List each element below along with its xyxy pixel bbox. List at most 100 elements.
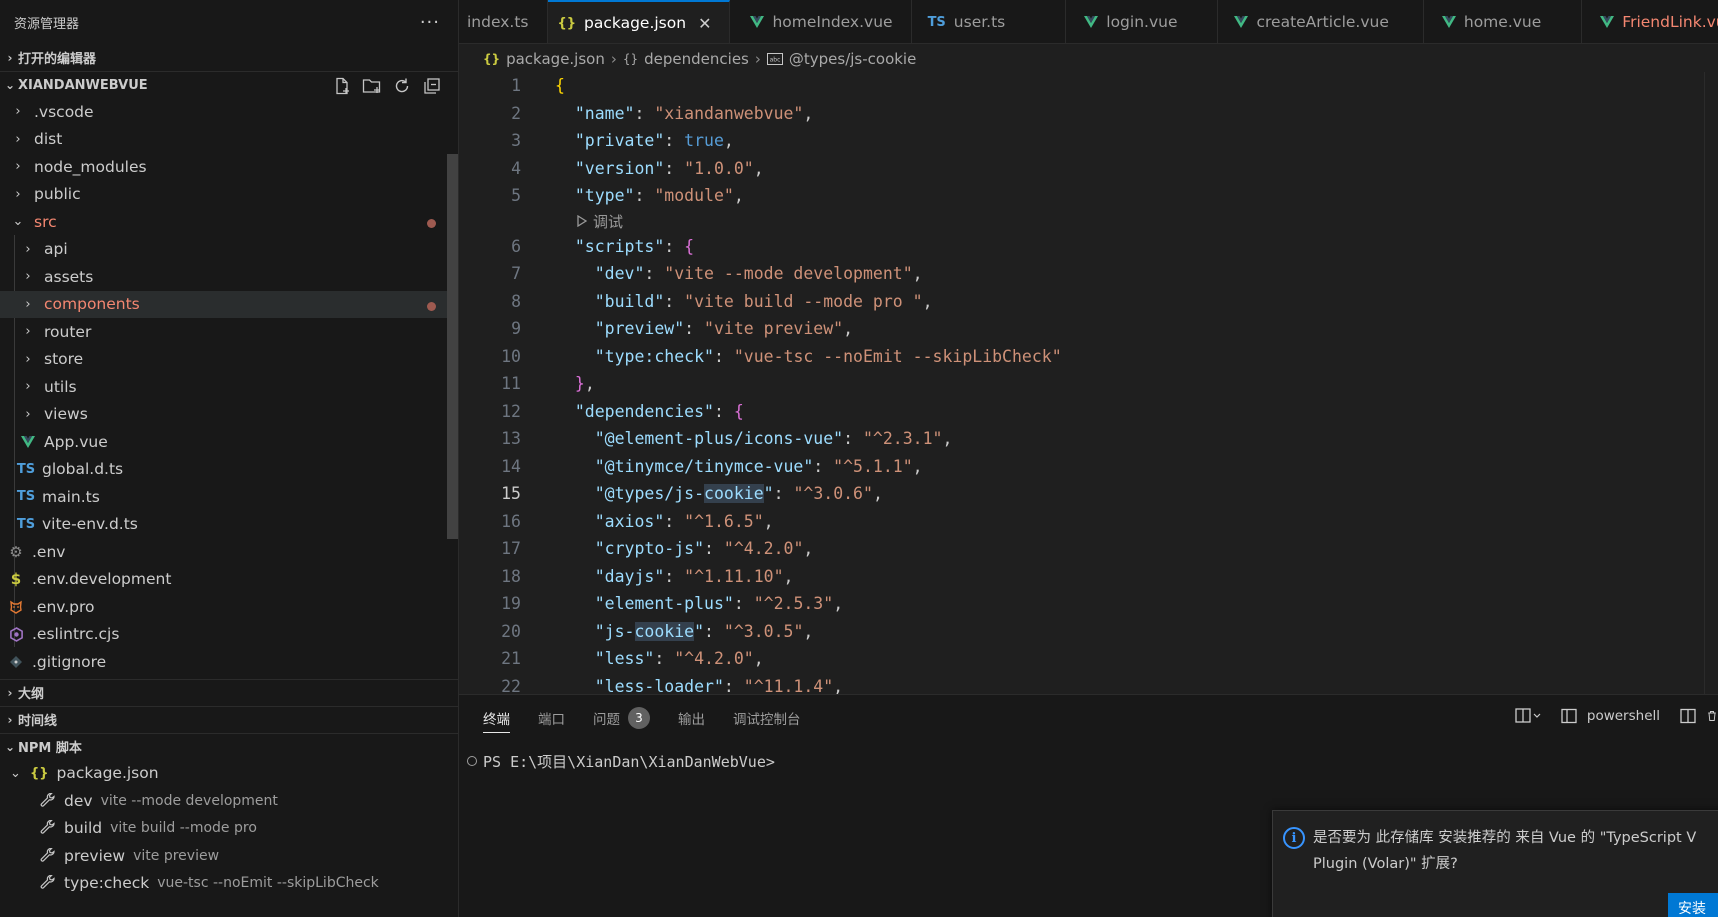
breadcrumb-file[interactable]: package.json [506, 50, 605, 68]
npm-scripts-label: NPM 脚本 [18, 741, 82, 756]
more-actions-icon[interactable]: ··· [420, 12, 440, 33]
npm-script-type-check[interactable]: type:check vue-tsc --noEmit --skipLibChe… [0, 870, 458, 898]
split-terminal-icon[interactable] [1680, 708, 1696, 724]
code-token: "dependencies": { [574, 401, 744, 421]
tree-item-public[interactable]: › public [0, 181, 458, 209]
tree-item-store[interactable]: › store [0, 346, 458, 374]
tree-item-main-ts[interactable]: TS main.ts [0, 483, 458, 511]
tab-problems[interactable]: 问题 3 [593, 695, 650, 741]
code-line: 11 }, [459, 370, 1718, 398]
tab-home-vue[interactable]: home.vue [1424, 0, 1583, 43]
breadcrumb-item[interactable]: @types/js-cookie [789, 50, 916, 68]
chevron-down-icon: ⌄ [12, 214, 24, 230]
timeline-section[interactable]: › 时间线 [0, 705, 458, 733]
play-icon [577, 215, 587, 227]
tab-friend-link-vue[interactable]: FriendLink.vue [1582, 0, 1718, 43]
npm-package-json[interactable]: ⌄ {} package.json [0, 760, 458, 788]
tree-item-label: global.d.ts [42, 460, 124, 479]
tree-item-env-pro[interactable]: .env.pro [0, 593, 458, 621]
code-line: 13 "@element-plus/icons-vue": "^2.3.1", [459, 425, 1718, 453]
tree-item-label: assets [44, 267, 94, 286]
tree-item-app-vue[interactable]: App.vue [0, 428, 458, 456]
braces-icon: {} [30, 765, 49, 781]
project-section[interactable]: ⌄ XIANDANWEBVUE [0, 71, 458, 98]
code-token: { [555, 76, 565, 96]
chevron-right-icon: › [15, 131, 21, 147]
tab-debug-console[interactable]: 调试控制台 [733, 695, 801, 741]
collapse-all-icon[interactable] [422, 76, 442, 96]
npm-script-dev[interactable]: dev vite --mode development [0, 787, 458, 815]
tab-ports[interactable]: 端口 [538, 695, 565, 741]
line-number: 10 [501, 346, 521, 366]
tree-item-gitignore[interactable]: .gitignore [0, 648, 458, 676]
tree-item-label: main.ts [42, 487, 100, 506]
tree-item-label: node_modules [34, 157, 147, 176]
tab-index-ts[interactable]: index.ts [459, 0, 548, 43]
tab-create-article-vue[interactable]: createArticle.vue [1218, 0, 1424, 43]
tree-item-router[interactable]: › router [0, 318, 458, 346]
tree-item-vscode[interactable]: › .vscode [0, 98, 458, 126]
tree-item-global-d-ts[interactable]: TS global.d.ts [0, 456, 458, 484]
debug-codelens[interactable]: 调试 [459, 210, 1718, 233]
refresh-icon[interactable] [392, 76, 412, 96]
tree-item-src[interactable]: ⌄ src [0, 208, 458, 236]
terminal-output[interactable]: PS E:\项目\XianDan\XianDanWebVue> [459, 747, 1718, 775]
tab-label: createArticle.vue [1256, 13, 1389, 31]
project-name: XIANDANWEBVUE [18, 77, 148, 93]
outline-section[interactable]: › 大纲 [0, 678, 458, 706]
editor-scrollbar[interactable] [1704, 72, 1718, 694]
tab-login-vue[interactable]: login.vue [1066, 0, 1219, 43]
eslint-icon [6, 626, 26, 642]
tree-item-env[interactable]: ⚙ .env [0, 538, 458, 566]
chevron-right-icon: › [25, 241, 31, 257]
tab-home-index-vue[interactable]: homeIndex.vue [730, 0, 912, 43]
new-folder-icon[interactable] [362, 76, 382, 96]
new-file-icon[interactable] [332, 76, 352, 96]
script-command: vite preview [133, 847, 220, 864]
trash-icon[interactable] [1706, 708, 1718, 724]
tree-item-components[interactable]: › components [0, 290, 458, 318]
npm-script-preview[interactable]: preview vite preview [0, 842, 458, 870]
tab-label: package.json [584, 14, 687, 32]
tree-item-env-development[interactable]: $ .env.development [0, 566, 458, 594]
code-line: 21 "less": "^4.2.0", [459, 645, 1718, 673]
terminal-layout-icon[interactable] [1561, 708, 1577, 724]
install-button[interactable]: 安装 [1668, 893, 1718, 917]
tab-terminal[interactable]: 终端 [483, 695, 510, 741]
breadcrumb-section[interactable]: dependencies [644, 50, 749, 68]
npm-file-label: package.json [56, 764, 159, 783]
tree-item-views[interactable]: › views [0, 401, 458, 429]
tree-item-assets[interactable]: › assets [0, 263, 458, 291]
tiger-icon [6, 600, 26, 614]
svg-text:abc: abc [769, 57, 780, 64]
code-line: 17 "crypto-js": "^4.2.0", [459, 535, 1718, 563]
code-editor[interactable]: 1{ 2 "name": "xiandanwebvue", 3 "private… [459, 72, 1718, 694]
chevron-right-icon: › [15, 159, 21, 175]
shell-name[interactable]: powershell [1587, 708, 1660, 724]
tab-user-ts[interactable]: TS user.ts [912, 0, 1067, 43]
code-token: "less-loader": "^11.1.4", [594, 676, 844, 694]
npm-scripts-section[interactable]: ⌄ NPM 脚本 [0, 732, 458, 760]
explorer-header: 资源管理器 ··· [0, 0, 458, 44]
code-line: 12 "dependencies": { [459, 398, 1718, 426]
tab-package-json[interactable]: {} package.json ✕ [547, 0, 731, 43]
npm-script-build[interactable]: build vite build --mode pro [0, 815, 458, 843]
sidebar-scrollbar[interactable] [447, 154, 458, 539]
tree-item-label: public [34, 185, 81, 204]
tab-output[interactable]: 输出 [678, 695, 705, 741]
close-icon[interactable]: ✕ [698, 14, 711, 33]
vue-icon [1600, 16, 1615, 28]
tree-item-eslintrc[interactable]: .eslintrc.cjs [0, 621, 458, 649]
dollar-icon: $ [10, 570, 22, 589]
tree-item-vite-env-d-ts[interactable]: TS vite-env.d.ts [0, 511, 458, 539]
tree-item-utils[interactable]: › utils [0, 373, 458, 401]
tree-item-dist[interactable]: › dist [0, 126, 458, 154]
code-line: 9 "preview": "vite preview", [459, 315, 1718, 343]
chevron-right-icon: › [7, 712, 13, 727]
tree-item-api[interactable]: › api [0, 236, 458, 264]
script-command: vite --mode development [100, 792, 278, 809]
open-editors-section[interactable]: › 打开的编辑器 [0, 44, 458, 71]
tree-item-node-modules[interactable]: › node_modules [0, 153, 458, 181]
split-layout-icon[interactable] [1515, 707, 1541, 725]
open-editors-label: 打开的编辑器 [18, 52, 97, 67]
